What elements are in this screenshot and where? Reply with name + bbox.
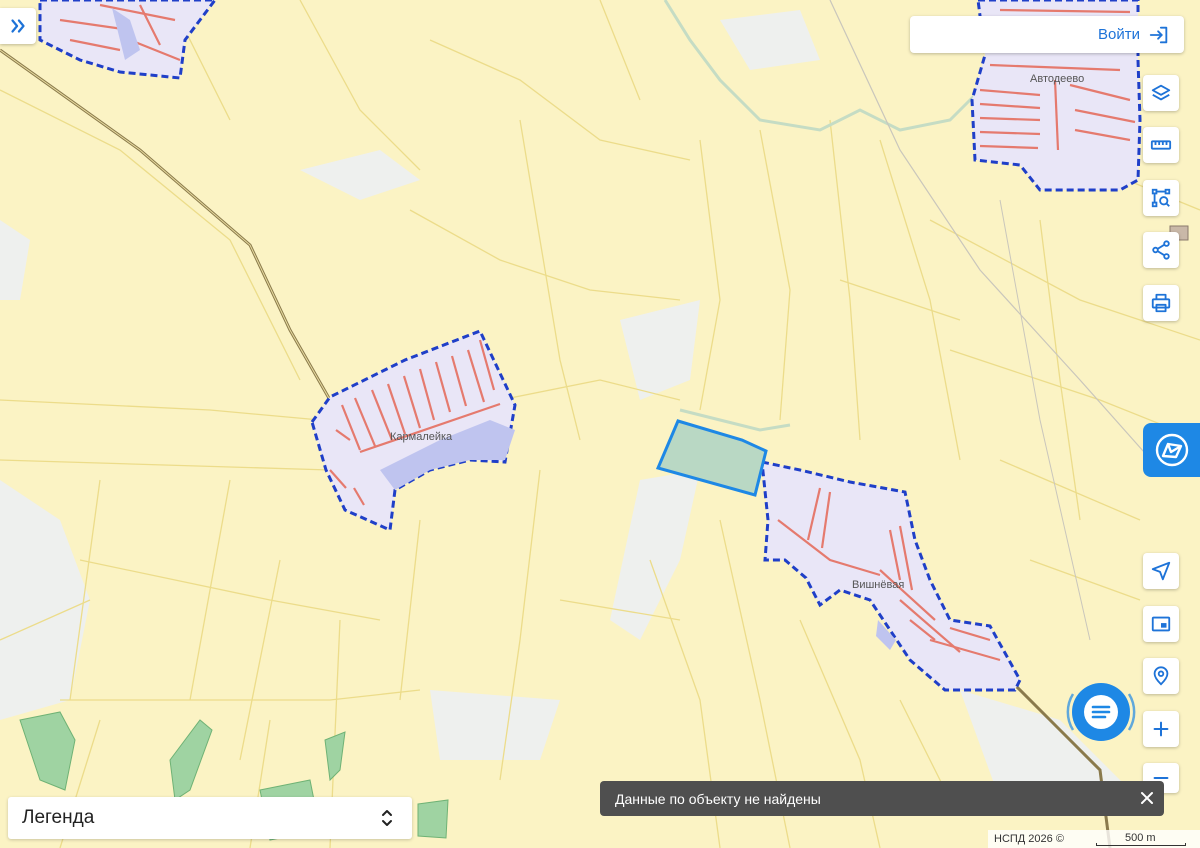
area-select-button[interactable] [1143, 180, 1179, 216]
legend-toggle[interactable]: Легенда [8, 797, 412, 839]
close-toast-button[interactable] [1140, 790, 1154, 808]
location-search-icon [1153, 666, 1169, 686]
plus-icon [1153, 721, 1169, 737]
locate-button[interactable] [1143, 553, 1179, 589]
login-button[interactable]: Войти [910, 16, 1184, 53]
chat-button[interactable] [1061, 680, 1141, 744]
expand-panel-button[interactable] [0, 8, 36, 44]
area-select-icon [1151, 188, 1171, 208]
minimap-icon [1151, 616, 1171, 632]
layers-button[interactable] [1143, 75, 1179, 111]
ruler-icon [1150, 140, 1172, 150]
place-label: Автодеево [1030, 73, 1084, 85]
legend-label: Легенда [22, 807, 95, 828]
chat-icon [1066, 683, 1136, 741]
double-chevron-right-icon [11, 19, 25, 33]
toast-message: Данные по объекту не найдены [615, 790, 821, 807]
measure-button[interactable] [1143, 127, 1179, 163]
share-icon [1152, 240, 1170, 260]
attribution-text: НСПД 2026 © [994, 833, 1064, 845]
minimap-button[interactable] [1143, 606, 1179, 642]
cadastral-map-button[interactable] [1143, 423, 1200, 477]
place-label: Кармалейка [390, 431, 453, 443]
print-icon [1151, 293, 1171, 313]
map-attribution: НСПД 2026 © 500 m [988, 830, 1200, 848]
map-canvas[interactable]: Кармалейка Вишнёвая Автодеево [0, 0, 1200, 848]
cadastral-map-icon [1155, 433, 1188, 467]
scale-bar [1096, 843, 1186, 846]
place-label: Вишнёвая [852, 579, 904, 591]
login-label: Войти [1098, 26, 1140, 43]
location-search-button[interactable] [1143, 658, 1179, 694]
share-button[interactable] [1143, 232, 1179, 268]
print-button[interactable] [1143, 285, 1179, 321]
navigation-arrow-icon [1151, 561, 1171, 581]
sign-in-icon [1149, 26, 1168, 43]
chevron-up-down-icon [382, 810, 392, 826]
layers-icon [1151, 84, 1171, 101]
notification-toast: Данные по объекту не найдены [600, 781, 1164, 816]
zoom-in-button[interactable] [1143, 711, 1179, 747]
close-icon [1141, 791, 1153, 804]
